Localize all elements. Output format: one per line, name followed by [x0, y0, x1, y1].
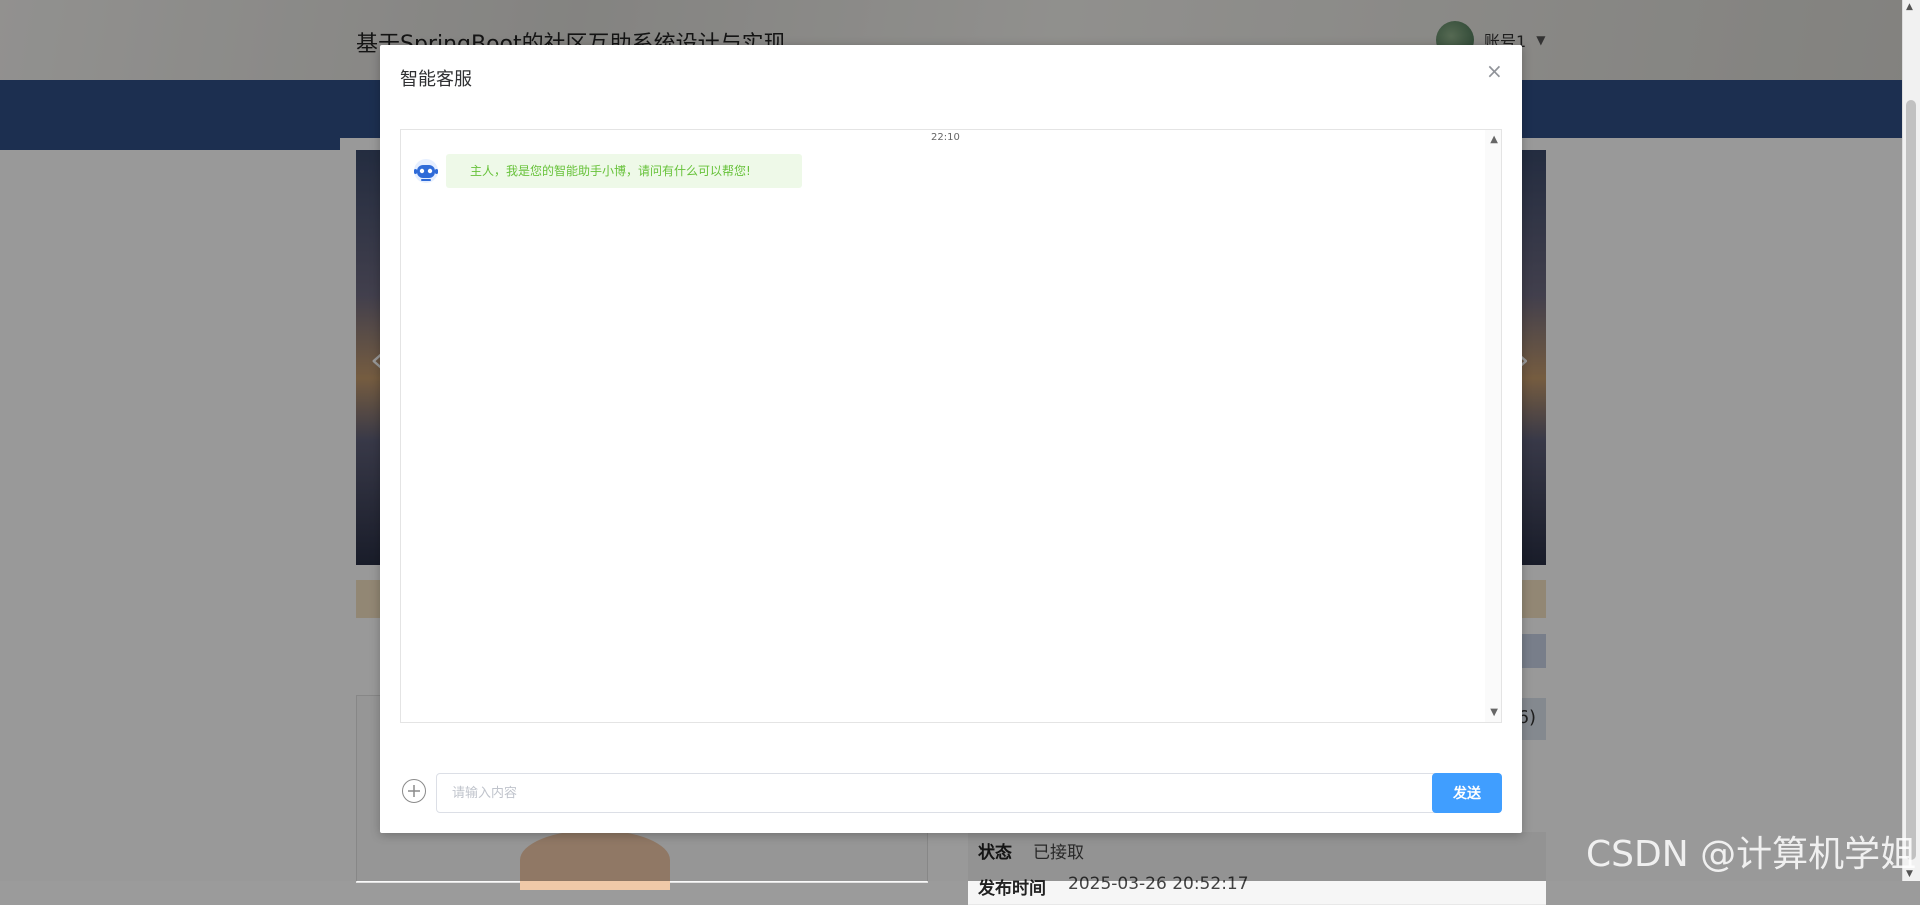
chat-messages[interactable]: 22:10 主人，我是您的智能助手小博，请问有什么可以帮您! ▲ ▼	[400, 129, 1502, 723]
watermark: CSDN @计算机学姐	[1586, 834, 1917, 875]
page-scrollbar[interactable]: ▲ ▼	[1902, 0, 1920, 881]
chat-input[interactable]	[436, 773, 1445, 813]
chat-dialog: 智能客服 × 22:10 主人，我是您的智能助手小博，请问有什么可以帮您! ▲ …	[380, 45, 1522, 833]
scroll-up-icon[interactable]: ▲	[1490, 134, 1498, 145]
robot-icon	[414, 159, 438, 183]
plus-icon[interactable]	[402, 779, 426, 803]
bot-message: 主人，我是您的智能助手小博，请问有什么可以帮您!	[446, 154, 802, 188]
chat-scrollbar[interactable]: ▲ ▼	[1485, 130, 1501, 722]
plus-glyph	[408, 785, 420, 797]
chat-timestamp: 22:10	[931, 132, 960, 143]
scroll-up-icon[interactable]: ▲	[1906, 2, 1913, 12]
scrollbar-thumb[interactable]	[1906, 100, 1916, 860]
send-button[interactable]: 发送	[1432, 773, 1502, 813]
dialog-title: 智能客服	[400, 69, 472, 90]
close-icon[interactable]: ×	[1486, 61, 1503, 81]
scroll-down-icon[interactable]: ▼	[1490, 707, 1498, 718]
